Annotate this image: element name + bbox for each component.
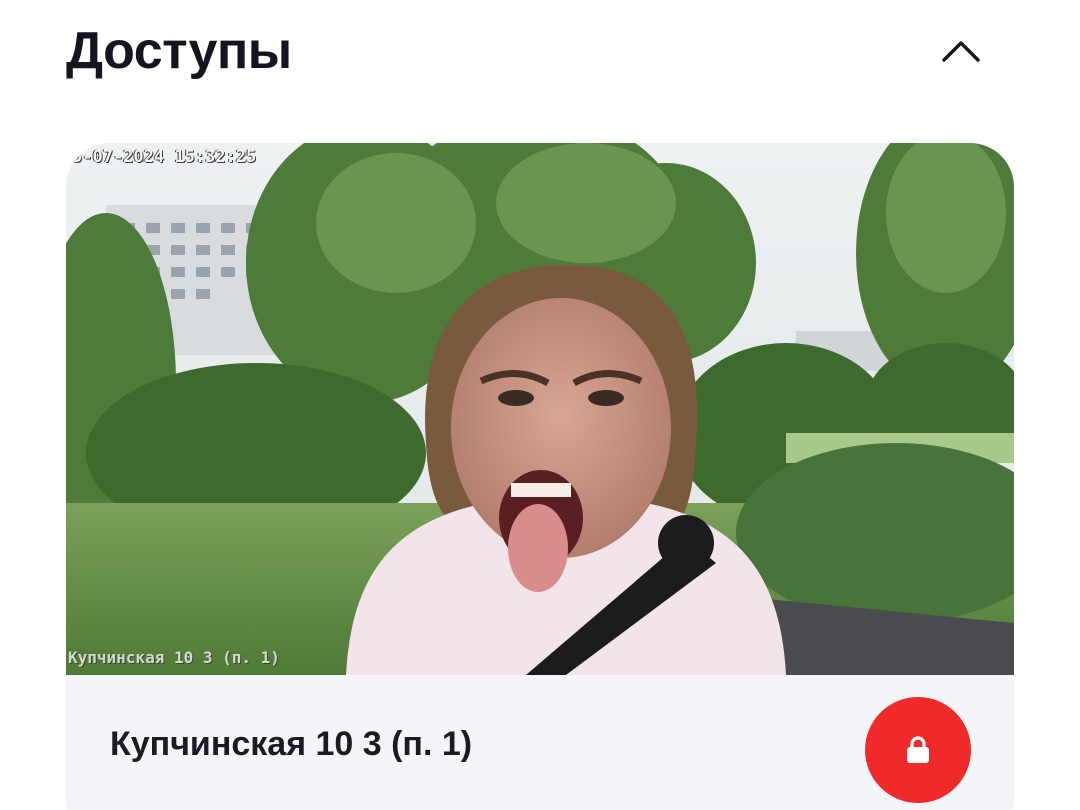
- access-card[interactable]: 5-07-2024 15:32:25 Купчинская 10 3 (п. 1…: [66, 143, 1014, 810]
- camera-snapshot[interactable]: 5-07-2024 15:32:25 Купчинская 10 3 (п. 1…: [66, 143, 1014, 675]
- camera-image: [66, 143, 1014, 675]
- address-label: Купчинская 10 3 (п. 1): [110, 725, 473, 763]
- lock-icon: [907, 736, 929, 763]
- open-door-button[interactable]: [865, 697, 971, 803]
- camera-location-overlay: Купчинская 10 3 (п. 1): [68, 648, 280, 667]
- section-title: Доступы: [66, 22, 292, 80]
- screen: Доступы 5-07-2024 15:32:25 Купчинская 10…: [0, 0, 1080, 810]
- section-header: Доступы: [66, 18, 986, 88]
- collapse-button[interactable]: [936, 26, 986, 76]
- card-footer: Купчинская 10 3 (п. 1): [66, 675, 1014, 810]
- camera-timestamp: 5-07-2024 15:32:25: [72, 147, 257, 167]
- chevron-up-icon: [942, 41, 980, 62]
